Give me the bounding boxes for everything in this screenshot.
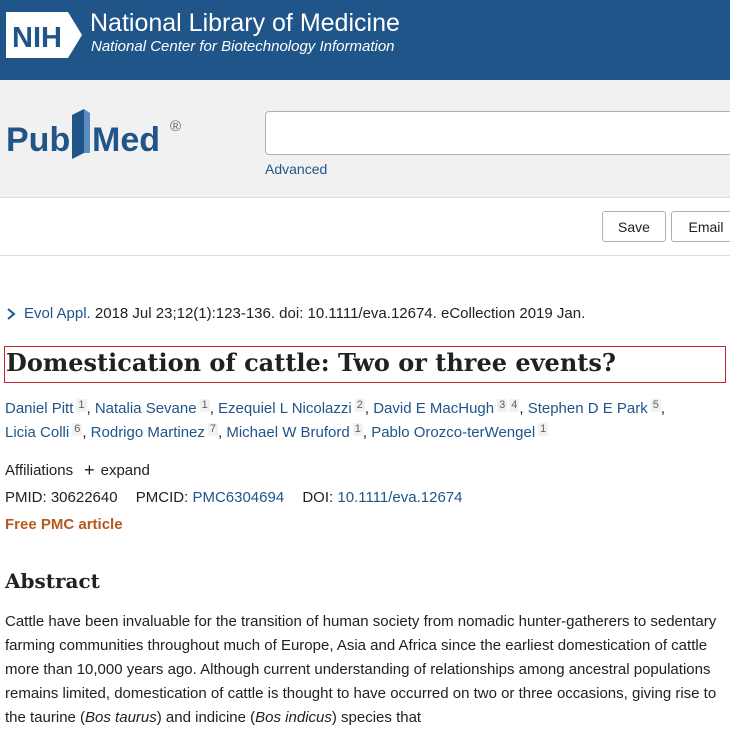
affiliation-ref[interactable]: 7	[207, 423, 219, 436]
save-button[interactable]: Save	[602, 211, 666, 242]
identifiers-row: PMID: 30622640 PMCID: PMC6304694 DOI: 10…	[5, 489, 462, 506]
nih-logo-icon[interactable]: NIH	[4, 8, 84, 62]
pmcid-link[interactable]: PMC6304694	[192, 489, 284, 506]
registered-mark: ®	[170, 118, 181, 135]
free-pmc-badge: Free PMC article	[5, 516, 123, 533]
affiliation-ref[interactable]: 5	[650, 399, 661, 412]
org-subtitle: National Center for Biotechnology Inform…	[91, 38, 395, 55]
article-title: Domestication of cattle: Two or three ev…	[6, 348, 616, 377]
nih-badge-text: NIH	[12, 22, 62, 54]
abstract-heading: Abstract	[5, 569, 100, 593]
chevron-right-icon[interactable]	[5, 307, 18, 321]
author-link[interactable]: Natalia Sevane	[95, 400, 197, 417]
author-link[interactable]: Ezequiel L Nicolazzi	[218, 400, 352, 417]
pubmed-logo-left: Pub	[6, 121, 70, 159]
plus-icon[interactable]: +	[84, 461, 95, 479]
doi-link[interactable]: 10.1111/eva.12674	[337, 489, 462, 506]
pmid-value: 30622640	[50, 489, 118, 506]
org-title[interactable]: National Library of Medicine	[90, 8, 400, 38]
pubmed-logo[interactable]: Pub Med ®	[4, 105, 194, 165]
species-name: Bos taurus	[85, 709, 157, 726]
advanced-search-link[interactable]: Advanced	[265, 161, 327, 177]
pmcid-label: PMCID:	[135, 489, 189, 506]
affiliation-ref[interactable]: 3	[497, 399, 508, 412]
doi-label: DOI:	[302, 489, 334, 506]
author-link[interactable]: Rodrigo Martinez	[91, 424, 205, 441]
pmid-label: PMID:	[5, 489, 47, 506]
book-icon	[72, 109, 90, 159]
email-button[interactable]: Email	[671, 211, 730, 242]
affiliations-label: Affiliations	[5, 462, 74, 479]
affiliation-ref[interactable]: 1	[76, 399, 87, 412]
search-input[interactable]	[265, 111, 730, 155]
citation-line: Evol Appl. 2018 Jul 23;12(1):123-136. do…	[5, 305, 585, 322]
citation-text: 2018 Jul 23;12(1):123-136. doi: 10.1111/…	[90, 305, 586, 322]
nih-header-bar: NIH National Library of Medicine Nationa…	[0, 0, 730, 80]
affiliation-ref[interactable]: 1	[352, 423, 363, 436]
author-list: Daniel Pitt 1, Natalia Sevane 1, Ezequiel …	[5, 399, 666, 441]
affiliation-ref[interactable]: 1	[538, 423, 549, 436]
abstract-part: ) and indicine (	[156, 709, 256, 726]
action-bar: Save Email	[0, 198, 730, 256]
author-link[interactable]: Pablo Orozco-terWengel	[371, 424, 535, 441]
author-link[interactable]: Michael W Bruford	[226, 424, 349, 441]
author-link[interactable]: Licia Colli	[5, 424, 69, 441]
author-link[interactable]: Daniel Pitt	[5, 400, 73, 417]
search-band: Pub Med ® Advanced	[0, 80, 730, 198]
author-link[interactable]: David E MacHugh	[373, 400, 494, 417]
abstract-text: Cattle have been invaluable for the tran…	[5, 610, 727, 730]
affiliation-ref[interactable]: 1	[199, 399, 210, 412]
author-link[interactable]: Stephen D E Park	[528, 400, 648, 417]
species-name: Bos indicus	[255, 709, 332, 726]
journal-link[interactable]: Evol Appl.	[24, 305, 91, 322]
abstract-part: ) species that	[331, 709, 422, 726]
affiliation-ref[interactable]: 2	[354, 399, 365, 412]
affiliations-row: Affiliations + expand	[5, 461, 150, 479]
expand-toggle[interactable]: expand	[101, 462, 150, 479]
affiliation-ref[interactable]: 4	[509, 399, 520, 412]
affiliation-ref[interactable]: 6	[72, 423, 83, 436]
pubmed-logo-right: Med	[92, 121, 160, 159]
